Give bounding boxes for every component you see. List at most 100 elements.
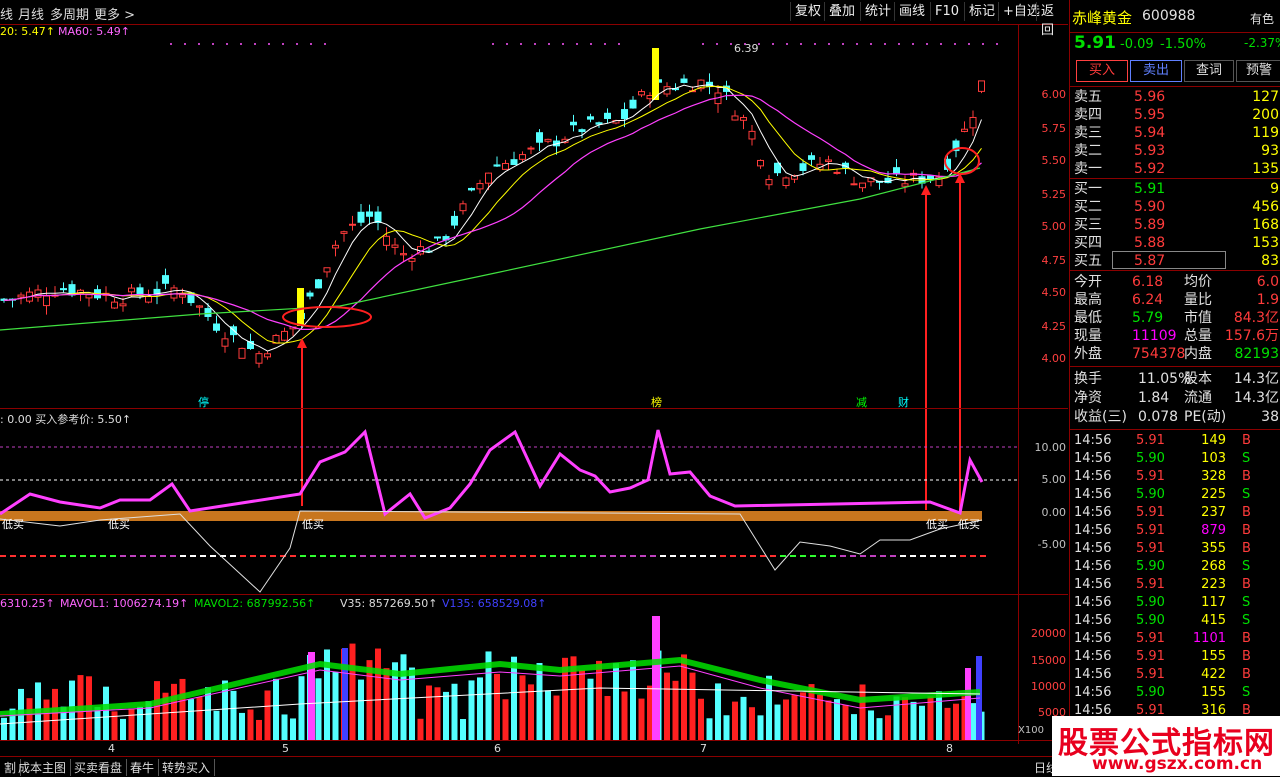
top-dot-mark — [828, 43, 830, 45]
f10-button[interactable]: F10 — [930, 2, 963, 21]
bid-volume: 83 — [1261, 253, 1279, 269]
volume-bar — [451, 683, 458, 740]
candle-body — [969, 116, 977, 129]
bid-row[interactable]: 买五 5.87 83 — [1074, 252, 1279, 270]
volume-bar — [332, 671, 339, 740]
candle-body — [162, 275, 169, 284]
event-tag-halt[interactable]: 停 — [198, 394, 209, 410]
volume-bar — [519, 675, 526, 740]
limit-up-candle — [297, 288, 304, 326]
top-dot-mark — [226, 43, 228, 45]
volume-bar — [791, 695, 798, 740]
multi-period-tab[interactable]: 多周期 — [50, 4, 89, 23]
volume-bar — [502, 699, 509, 740]
restore-rights-button[interactable]: 复权 — [790, 2, 825, 21]
fund-value: 14.3亿 — [1233, 371, 1279, 387]
bid-row[interactable]: 买四 5.88 153 — [1074, 234, 1279, 252]
top-dot-mark — [968, 43, 970, 45]
more-menu[interactable]: 更多 > — [94, 4, 135, 23]
draw-line-button[interactable]: 画线 — [894, 2, 929, 21]
bid-row[interactable]: 买一 5.91 9 — [1074, 180, 1279, 198]
candle-body — [799, 163, 807, 171]
watermark-url: www.gszx.com.cn — [1092, 754, 1263, 774]
volume-bar — [885, 715, 891, 740]
volume-bar — [264, 690, 271, 740]
alert-button[interactable]: 预警 — [1236, 60, 1280, 82]
tick-side: B — [1242, 505, 1251, 520]
indicator-legend: : 0.00 买入参考价: 5.50↑ — [0, 413, 132, 426]
month-label: 5 — [282, 742, 289, 755]
top-dot-mark — [240, 43, 242, 45]
chart-area[interactable]: 20: 5.47↑ MA60: 5.49↑ 6.39 : 0.00 买入参考价:… — [0, 24, 1068, 755]
candle-body — [357, 211, 365, 223]
top-dot-mark — [842, 43, 844, 45]
indicator-baseline-dash — [510, 555, 516, 557]
candle-body — [255, 353, 263, 364]
bid-row[interactable]: 买二 5.90 456 — [1074, 198, 1279, 216]
price-tick: 5.00 — [1041, 220, 1067, 233]
candle-body — [349, 223, 356, 226]
indicator-baseline-dash — [670, 555, 676, 557]
statistics-button[interactable]: 统计 — [860, 2, 895, 21]
indicator-baseline-dash — [820, 555, 826, 557]
tick-time: 14:56 — [1074, 451, 1112, 466]
back-button[interactable]: 返回 — [1036, 2, 1068, 38]
ask-row[interactable]: 卖二 5.93 93 — [1074, 142, 1279, 160]
ask-row[interactable]: 卖四 5.95 200 — [1074, 106, 1279, 124]
volume-bar — [706, 718, 713, 740]
bid-row[interactable]: 买三 5.89 168 — [1074, 216, 1279, 234]
ask-row[interactable]: 卖一 5.92 135 — [1074, 160, 1279, 178]
ma60-legend: MA60: 5.49↑ — [58, 25, 130, 38]
sell-button[interactable]: 卖出 — [1130, 60, 1182, 82]
tab-spring-bull[interactable]: 春牛 — [126, 759, 160, 776]
tab-cost-main[interactable]: 成本主图 — [14, 759, 72, 776]
event-tag-list[interactable]: 榜 — [651, 394, 662, 410]
ask-volume: 119 — [1252, 125, 1279, 141]
stat-value: 157.6万 — [1224, 328, 1279, 344]
price-tick: 4.00 — [1041, 352, 1067, 365]
last-price: 5.91 — [1074, 33, 1116, 53]
candle-body — [740, 117, 747, 121]
volume-bar — [723, 715, 730, 740]
overlay-button[interactable]: 叠加 — [824, 2, 859, 21]
tick-side: S — [1242, 559, 1251, 574]
fund-label: 收益(三) — [1074, 409, 1127, 425]
candle-body — [961, 128, 968, 132]
buy-button[interactable]: 买入 — [1076, 60, 1128, 82]
tick-side: B — [1242, 631, 1251, 646]
mark-button[interactable]: 标记 — [964, 2, 999, 21]
ask-row[interactable]: 卖三 5.94 119 — [1074, 124, 1279, 142]
month-label: 7 — [700, 742, 707, 755]
fund-label: 流通 — [1184, 390, 1212, 406]
stat-row: 今开 6.18 均价 6.0 — [1074, 273, 1279, 291]
volume-bar — [936, 691, 942, 740]
sector-name[interactable]: 有色 — [1250, 10, 1274, 27]
volume-bar — [553, 695, 560, 740]
period-tab-month[interactable]: 月线 — [18, 4, 44, 23]
watermark-logo: 股票公式指标网 www.gszx.com.cn — [1052, 716, 1280, 776]
volume-bar — [689, 672, 696, 740]
candle-body — [629, 99, 637, 109]
volume-bar — [664, 672, 670, 740]
event-tag-finance[interactable]: 财 — [898, 394, 909, 410]
query-button[interactable]: 查词 — [1184, 60, 1234, 82]
event-tag-reduce[interactable]: 减 — [856, 394, 867, 410]
tab-trade-board[interactable]: 买卖看盘 — [70, 759, 128, 776]
candle-body — [468, 187, 475, 191]
candle-body — [306, 292, 314, 297]
indicator-baseline-dash — [180, 555, 186, 557]
ask-volume: 93 — [1261, 143, 1279, 159]
ask-price: 5.92 — [1134, 161, 1166, 177]
tick-volume: 149 — [1201, 433, 1226, 448]
ask-row[interactable]: 卖五 5.96 127 — [1074, 88, 1279, 106]
tab-trend-buy[interactable]: 转势买入 — [158, 759, 216, 776]
ask-price: 5.94 — [1134, 125, 1166, 141]
indicator-baseline-dash — [850, 555, 856, 557]
indicator-baseline-dash — [610, 555, 616, 557]
tick-volume: 328 — [1201, 469, 1226, 484]
buy-signal-label: 低买 — [958, 518, 980, 531]
volume-bar — [621, 691, 628, 740]
period-tab-line[interactable]: 线 — [0, 4, 13, 23]
indicator-baseline-dash — [940, 555, 946, 557]
volume-bar — [256, 719, 262, 740]
